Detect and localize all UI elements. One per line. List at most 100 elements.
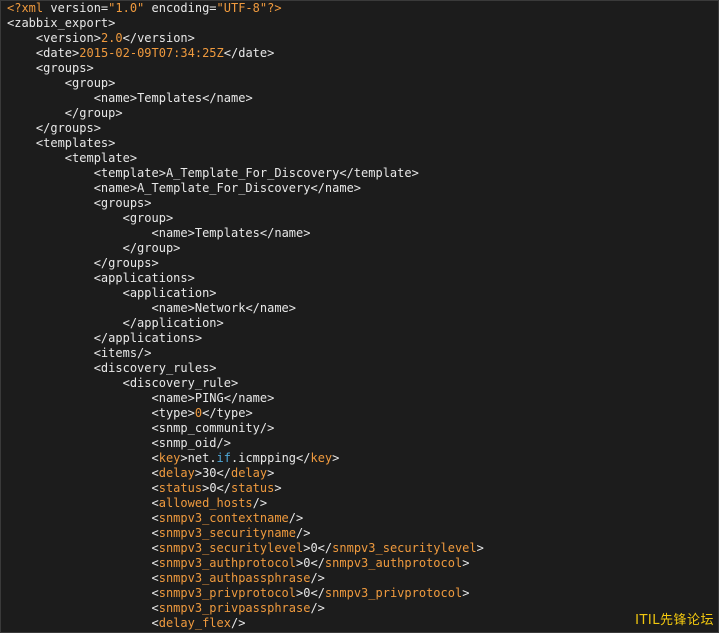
code-token: > — [462, 556, 470, 570]
code-token: <template> — [64, 151, 138, 165]
code-token: <group> — [64, 76, 116, 90]
code-line: <name>Templates</name> — [7, 91, 484, 106]
code-line: <name>A_Template_For_Discovery</name> — [7, 181, 484, 196]
code-line: <group> — [7, 76, 484, 91]
code-token: < — [151, 556, 159, 570]
code-line: </groups> — [7, 121, 484, 136]
code-token: <application> — [122, 286, 217, 300]
code-token: snmpv3_privpassphrase — [158, 601, 311, 615]
code-token: </groups> — [93, 256, 159, 270]
code-line: <template>A_Template_For_Discovery</temp… — [7, 166, 484, 181]
code-token: </name> — [259, 226, 311, 240]
code-line: <items/> — [7, 346, 484, 361]
code-line: <snmp_oid/> — [7, 436, 484, 451]
xml-code-view[interactable]: <?xml version="1.0" encoding="UTF-8"?> <z… — [7, 1, 484, 631]
code-token: <applications> — [93, 271, 195, 285]
code-token: Templates — [137, 91, 203, 105]
code-token: </name> — [202, 91, 253, 105]
code-token: if — [216, 451, 231, 465]
code-line: <delay>30</delay> — [7, 466, 484, 481]
code-token: < — [151, 616, 159, 630]
code-token: >0</ — [202, 481, 231, 495]
code-token: < — [151, 526, 159, 540]
code-line: </application> — [7, 316, 484, 331]
code-token: snmpv3_privprotocol — [324, 586, 463, 600]
code-token: snmpv3_securitylevel — [332, 541, 477, 555]
code-line: <snmpv3_securityname/> — [7, 526, 484, 541]
code-token: /> — [296, 526, 311, 540]
code-token: key — [310, 451, 333, 465]
code-token: <snmp_oid/> — [151, 436, 231, 450]
code-token: <groups> — [35, 61, 94, 75]
code-token: <snmp_community/> — [151, 421, 275, 435]
code-line: <template> — [7, 151, 484, 166]
code-token: "1.0" — [108, 1, 145, 15]
code-line: <applications> — [7, 271, 484, 286]
code-token: > — [274, 481, 282, 495]
code-token: </template> — [339, 166, 419, 180]
code-token: <date> — [35, 46, 80, 60]
code-editor-window: <?xml version="1.0" encoding="UTF-8"?> <z… — [0, 0, 719, 633]
code-line: <discovery_rule> — [7, 376, 484, 391]
code-token: > — [332, 451, 340, 465]
code-token: A_Template_For_Discovery — [165, 166, 340, 180]
code-token: .icmpping</ — [231, 451, 311, 465]
code-token: status — [231, 481, 275, 495]
code-token: <group> — [122, 211, 174, 225]
code-token: delay_flex — [158, 616, 231, 630]
code-token: </name> — [310, 181, 362, 195]
code-line: <groups> — [7, 196, 484, 211]
code-token: </group> — [122, 241, 181, 255]
code-token: >0</ — [296, 556, 325, 570]
code-token: </name> — [245, 301, 297, 315]
code-token: 2015-02-09T07:34:25Z — [79, 46, 224, 60]
code-token: < — [151, 466, 159, 480]
code-token: ?> — [267, 1, 282, 15]
code-line: </group> — [7, 106, 484, 121]
code-token: <items/> — [93, 346, 152, 360]
code-token: > — [476, 541, 484, 555]
code-line: <zabbix_export> — [7, 16, 484, 31]
code-token: /> — [230, 616, 246, 630]
code-line: <name>Templates</name> — [7, 226, 484, 241]
code-token: A_Template_For_Discovery — [137, 181, 311, 195]
code-token: snmpv3_securityname — [158, 526, 297, 540]
code-line: <date>2015-02-09T07:34:25Z</date> — [7, 46, 484, 61]
code-token: 2.0 — [100, 31, 123, 45]
code-token: <templates> — [35, 136, 116, 150]
code-token: <zabbix_export> — [7, 16, 116, 30]
code-line: <snmpv3_privprotocol>0</snmpv3_privproto… — [7, 586, 484, 601]
code-token: encoding= — [144, 1, 217, 15]
code-token: "UTF-8" — [216, 1, 268, 15]
code-line: <snmpv3_privpassphrase/> — [7, 601, 484, 616]
code-token: >0</ — [296, 586, 325, 600]
code-line: </groups> — [7, 256, 484, 271]
code-token: > — [267, 466, 275, 480]
code-token: </group> — [64, 106, 123, 120]
code-token: < — [151, 541, 159, 555]
code-line: <snmpv3_authprotocol>0</snmpv3_authproto… — [7, 556, 484, 571]
code-line: <type>0</type> — [7, 406, 484, 421]
code-token: <name> — [93, 91, 138, 105]
code-token: delay — [158, 466, 195, 480]
